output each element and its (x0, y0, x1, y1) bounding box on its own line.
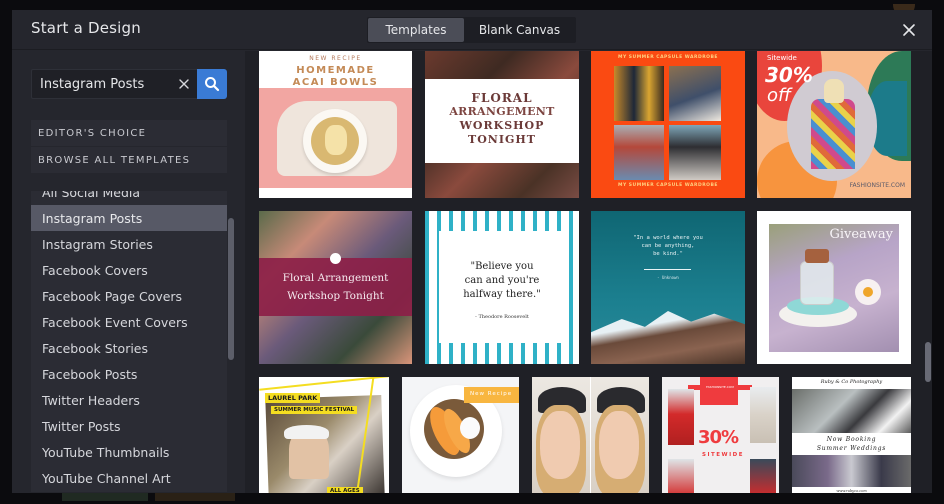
wedding-line2: Summer Weddings (816, 445, 887, 452)
close-button[interactable] (900, 21, 918, 39)
search-bar (31, 69, 227, 99)
tab-templates[interactable]: Templates (368, 18, 464, 42)
modal-title: Start a Design (31, 19, 141, 37)
acai-line2: ACAI BOWLS (292, 77, 379, 88)
close-icon (903, 24, 915, 36)
mountain-quote2: can be anything, (641, 243, 695, 249)
sale-kicker: Sitewide (767, 54, 797, 62)
sale-big: 30% (765, 63, 813, 87)
sidebar-item-facebook-posts[interactable]: Facebook Posts (31, 361, 227, 387)
sidebar-item-youtube-channel-art[interactable]: YouTube Channel Art (31, 465, 227, 491)
category-scrollbar[interactable] (228, 218, 234, 360)
festival-line3: ALL AGES (327, 487, 363, 493)
giveaway-title: Giveaway (829, 227, 893, 242)
sidebar-item-youtube-thumbnails[interactable]: YouTube Thumbnails (31, 439, 227, 465)
red-sale-sub: SITEWIDE (702, 452, 744, 458)
mountain-quote1: "In a world where you (633, 235, 703, 241)
believe-author: - Theodore Roosevelt (475, 314, 529, 320)
festival-line1: LAUREL PARK (265, 393, 321, 403)
template-believe-quote[interactable]: "Believe you can and you're halfway ther… (425, 211, 579, 364)
floral-line3: WORKSHOP (459, 119, 545, 132)
sidebar-item-all-social-media[interactable]: All Social Media (31, 191, 227, 205)
sidebar-item-facebook-stories[interactable]: Facebook Stories (31, 335, 227, 361)
acai-kicker: NEW RECIPE (309, 55, 362, 62)
sidebar-item-instagram-stories[interactable]: Instagram Stories (31, 231, 227, 257)
template-portrait[interactable] (532, 377, 649, 493)
search-icon (205, 77, 220, 92)
sidebar-item-facebook-page-covers[interactable]: Facebook Page Covers (31, 283, 227, 309)
floral-tonight-line2: Workshop Tonight (287, 290, 384, 302)
believe-quote1: "Believe you (470, 261, 534, 272)
wedding-brand: Ruby & Co Photography (820, 379, 883, 385)
floral-line4: TONIGHT (468, 133, 536, 146)
search-button[interactable] (197, 69, 227, 99)
sale-off: off (767, 85, 792, 106)
template-new-recipe[interactable]: New Recipe (402, 377, 519, 493)
acai-line1: HOMEMADE (296, 65, 375, 76)
believe-quote2: can and you're (464, 275, 540, 286)
floral-line1: FLORAL (471, 91, 533, 105)
background-strip (62, 493, 148, 501)
capsule-banner-top: MY SUMMER CAPSULE WARDROBE (618, 55, 718, 60)
template-red-sale[interactable]: FASHIONSITE.COM 30% SITEWIDE (662, 377, 779, 493)
capsule-banner-bottom: MY SUMMER CAPSULE WARDROBE (618, 183, 718, 188)
sidebar-item-twitter-posts[interactable]: Twitter Posts (31, 413, 227, 439)
wedding-line1: Now Booking (826, 436, 877, 443)
tab-group: Templates Blank Canvas (367, 17, 576, 43)
sidebar-item-facebook-covers[interactable]: Facebook Covers (31, 257, 227, 283)
template-grid-scrollbar[interactable] (925, 342, 931, 382)
believe-quote3: halfway there." (463, 289, 541, 300)
search-input[interactable] (31, 69, 197, 99)
red-sale-site: FASHIONSITE.COM (706, 385, 734, 389)
template-floral-workshop[interactable]: FLORAL ARRANGEMENT WORKSHOP TONIGHT (425, 51, 579, 198)
floral-tonight-line1: Floral Arrangement (282, 272, 389, 284)
template-sitewide-sale[interactable]: Sitewide 30% off FASHIONSITE.COM (757, 51, 911, 198)
template-wedding[interactable]: Ruby & Co Photography Now Booking Summer… (792, 377, 911, 493)
template-grid: NEW RECIPE HOMEMADE ACAI BOWLS FLORAL AR… (245, 51, 932, 493)
red-sale-big: 30% (698, 427, 739, 448)
sale-site: FASHIONSITE.COM (849, 182, 905, 189)
category-list: All Social Media Instagram Posts Instagram… (31, 191, 227, 492)
sidebar-item-instagram-posts[interactable]: Instagram Posts (31, 205, 227, 231)
start-design-modal: Start a Design Templates Blank Canvas ED… (12, 10, 932, 493)
festival-line2: SUMMER MUSIC FESTIVAL (271, 406, 358, 414)
category-list-inner: All Social Media Instagram Posts Instagram… (31, 191, 227, 491)
template-acai-bowls[interactable]: NEW RECIPE HOMEMADE ACAI BOWLS (259, 51, 412, 198)
tab-blank-canvas[interactable]: Blank Canvas (464, 18, 575, 42)
browse-all-templates-link[interactable]: BROWSE ALL TEMPLATES (31, 147, 227, 173)
template-giveaway[interactable]: Giveaway (757, 211, 911, 364)
template-mountain-quote[interactable]: "In a world where you can be anything, b… (591, 211, 745, 364)
quick-links: EDITOR'S CHOICE BROWSE ALL TEMPLATES (31, 120, 227, 174)
template-music-festival[interactable]: LAUREL PARK SUMMER MUSIC FESTIVAL ALL AG… (259, 377, 389, 493)
wedding-url: www.rubyco.com (836, 489, 867, 493)
modal-header: Start a Design Templates Blank Canvas (12, 10, 932, 50)
floral-line2: ARRANGEMENT (449, 105, 555, 118)
template-capsule-wardrobe[interactable]: MY SUMMER CAPSULE WARDROBE MY SUMMER CAP… (591, 51, 745, 198)
clear-icon (179, 79, 189, 89)
mountain-author: - Unknown (657, 275, 679, 280)
new-recipe-label: New Recipe (470, 391, 513, 397)
sidebar: EDITOR'S CHOICE BROWSE ALL TEMPLATES All… (12, 51, 245, 493)
mountain-quote3: be kind." (653, 251, 683, 257)
template-floral-tonight[interactable]: Floral Arrangement Workshop Tonight (259, 211, 412, 364)
sidebar-item-facebook-event-covers[interactable]: Facebook Event Covers (31, 309, 227, 335)
editors-choice-link[interactable]: EDITOR'S CHOICE (31, 120, 227, 146)
background-strip (155, 493, 235, 501)
sidebar-item-twitter-headers[interactable]: Twitter Headers (31, 387, 227, 413)
clear-search-button[interactable] (176, 76, 192, 92)
